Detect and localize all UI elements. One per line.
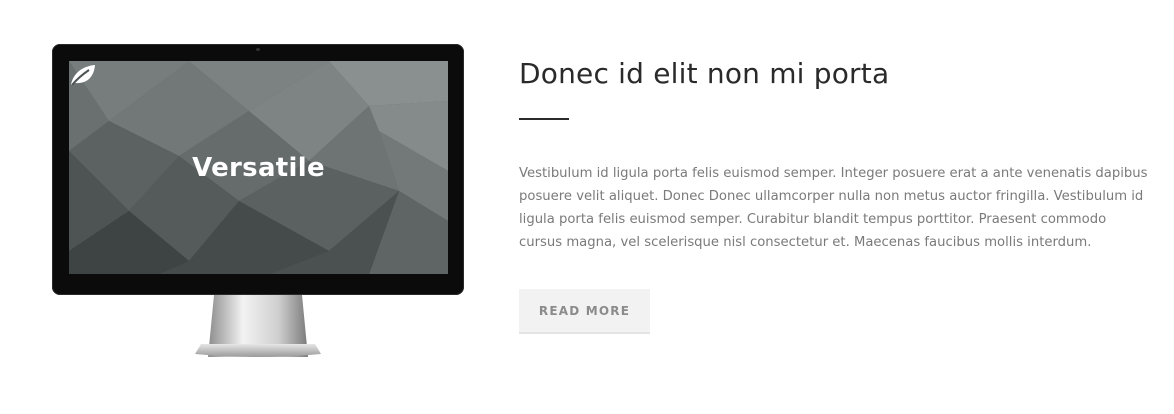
monitor-image: Versatile	[52, 44, 465, 362]
camera-dot	[256, 48, 260, 51]
article-body: Vestibulum id ligula porta felis euismod…	[519, 166, 1148, 250]
monitor-bezel: Versatile	[52, 44, 464, 295]
title-divider	[519, 118, 569, 120]
monitor-base	[195, 344, 321, 357]
article-title: Donec id elit non mi porta	[519, 57, 890, 90]
leaf-icon	[71, 65, 95, 86]
monitor-screen: Versatile	[69, 61, 448, 274]
article-content: Donec id elit non mi porta Vestibulum id…	[519, 56, 1149, 334]
read-more-button[interactable]: READ MORE	[519, 289, 650, 334]
screen-brand: Versatile	[69, 61, 448, 274]
brand-name: Versatile	[192, 152, 325, 183]
